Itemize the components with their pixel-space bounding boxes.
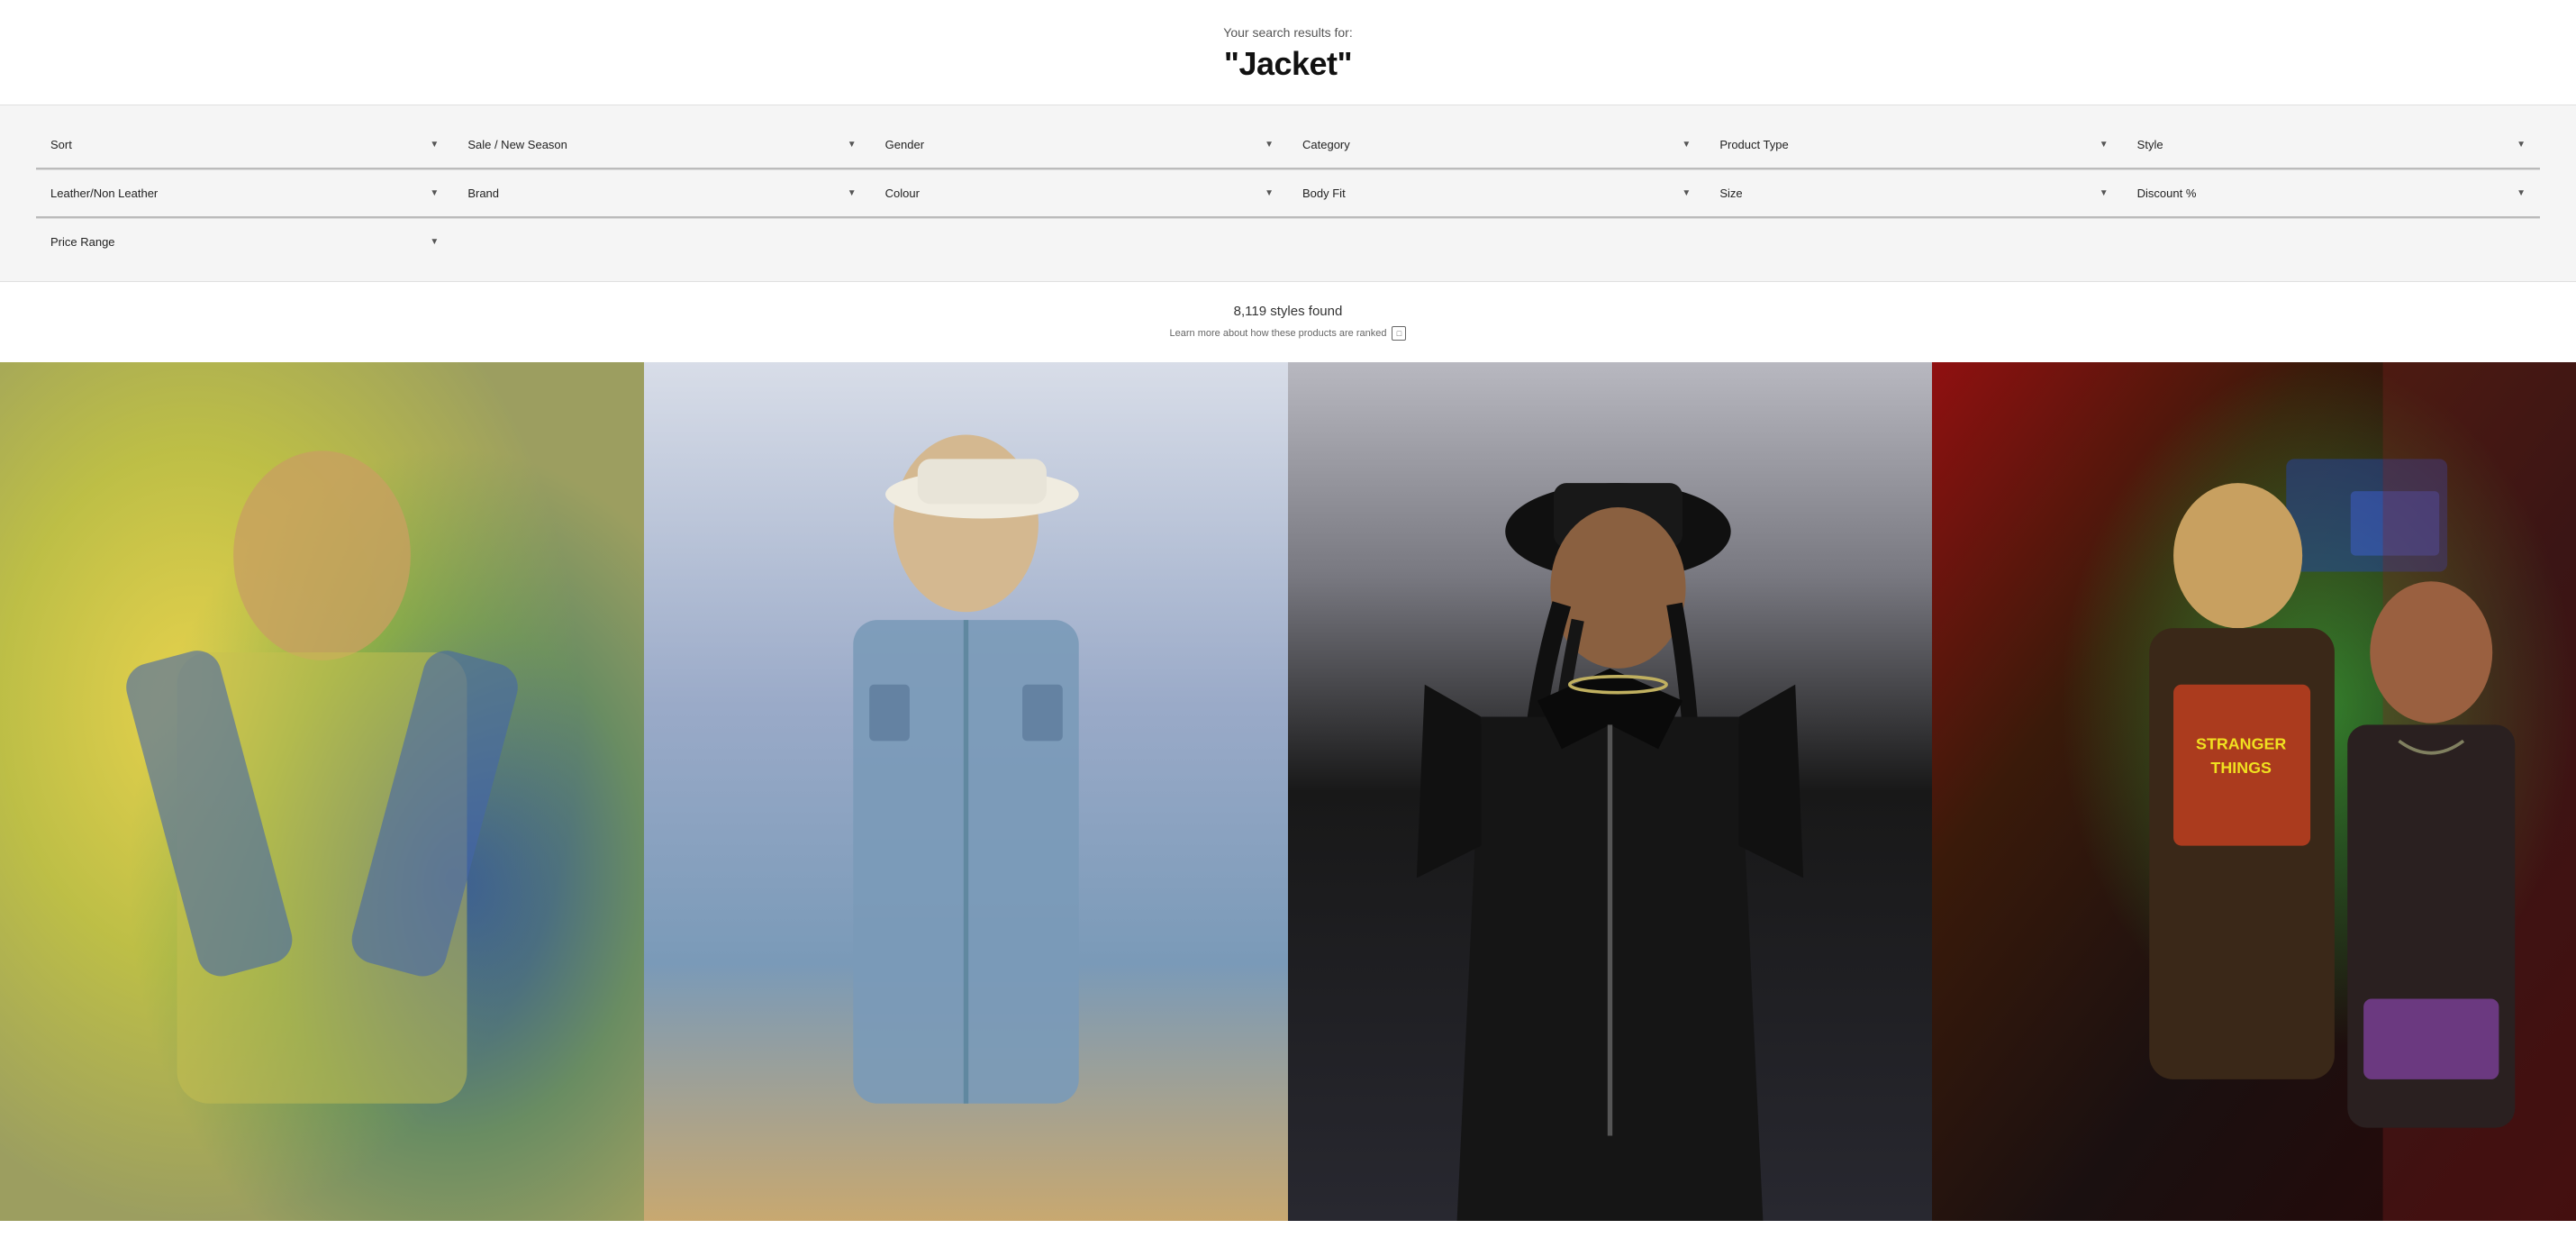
filter-bar: Sort ▼ Sale / New Season ▼ Gender ▼ Cate…: [0, 105, 2576, 282]
search-subtitle: Your search results for:: [18, 25, 2558, 40]
filter-row-3: Price Range ▼: [36, 219, 2540, 265]
product-card[interactable]: STRANGER THINGS: [1932, 362, 2576, 1221]
search-header: Your search results for: "Jacket": [0, 0, 2576, 105]
chevron-down-icon: ▼: [430, 237, 439, 247]
filter-style-label: Style: [2137, 138, 2163, 151]
filter-size[interactable]: Size ▼: [1705, 170, 2122, 218]
filter-category-label: Category: [1302, 138, 1350, 151]
product-card[interactable]: [1288, 362, 1932, 1221]
filter-discount[interactable]: Discount % ▼: [2123, 170, 2540, 218]
chevron-down-icon: ▼: [2100, 188, 2109, 198]
filter-row-1: Sort ▼ Sale / New Season ▼ Gender ▼ Cate…: [36, 122, 2540, 170]
search-title: "Jacket": [18, 45, 2558, 83]
filter-body-fit-label: Body Fit: [1302, 187, 1346, 200]
results-ranking[interactable]: Learn more about how these products are …: [18, 326, 2558, 341]
svg-text:THINGS: THINGS: [2210, 759, 2272, 777]
product-grid: STRANGER THINGS: [0, 362, 2576, 1221]
svg-text:STRANGER: STRANGER: [2196, 734, 2286, 752]
filter-leather-label: Leather/Non Leather: [50, 187, 158, 200]
chevron-down-icon: ▼: [848, 140, 857, 150]
filter-brand[interactable]: Brand ▼: [453, 170, 870, 218]
filter-sort[interactable]: Sort ▼: [36, 122, 453, 169]
filter-sort-label: Sort: [50, 138, 72, 151]
ranking-text: Learn more about how these products are …: [1170, 328, 1387, 339]
chevron-down-icon: ▼: [2517, 140, 2526, 150]
filter-body-fit[interactable]: Body Fit ▼: [1288, 170, 1705, 218]
filter-sale-label: Sale / New Season: [467, 138, 567, 151]
filter-discount-label: Discount %: [2137, 187, 2197, 200]
filter-price-range[interactable]: Price Range ▼: [36, 219, 453, 265]
chevron-down-icon: ▼: [430, 188, 439, 198]
filter-product-type[interactable]: Product Type ▼: [1705, 122, 2122, 169]
filter-sale-new-season[interactable]: Sale / New Season ▼: [453, 122, 870, 169]
product-card[interactable]: [0, 362, 644, 1221]
filter-size-label: Size: [1719, 187, 1742, 200]
chevron-down-icon: ▼: [1265, 188, 1274, 198]
product-image: [644, 362, 1288, 1221]
chevron-down-icon: ▼: [430, 140, 439, 150]
filter-gender[interactable]: Gender ▼: [871, 122, 1288, 169]
chevron-down-icon: ▼: [1682, 188, 1691, 198]
results-info: 8,119 styles found Learn more about how …: [0, 282, 2576, 348]
filter-colour[interactable]: Colour ▼: [871, 170, 1288, 218]
filter-colour-label: Colour: [885, 187, 920, 200]
product-image: [1288, 362, 1932, 1221]
chevron-down-icon: ▼: [848, 188, 857, 198]
filter-style[interactable]: Style ▼: [2123, 122, 2540, 169]
filter-price-range-label: Price Range: [50, 235, 115, 249]
chevron-down-icon: ▼: [1265, 140, 1274, 150]
filter-row-2: Leather/Non Leather ▼ Brand ▼ Colour ▼ B…: [36, 170, 2540, 219]
results-count: 8,119 styles found: [18, 304, 2558, 319]
filter-leather[interactable]: Leather/Non Leather ▼: [36, 170, 453, 218]
product-card[interactable]: [644, 362, 1288, 1221]
product-image: STRANGER THINGS: [1932, 362, 2576, 1221]
product-image: [0, 362, 644, 1221]
chevron-down-icon: ▼: [2517, 188, 2526, 198]
filter-brand-label: Brand: [467, 187, 499, 200]
filter-gender-label: Gender: [885, 138, 924, 151]
info-icon: □: [1392, 326, 1406, 341]
filter-product-type-label: Product Type: [1719, 138, 1788, 151]
filter-category[interactable]: Category ▼: [1288, 122, 1705, 169]
chevron-down-icon: ▼: [2100, 140, 2109, 150]
chevron-down-icon: ▼: [1682, 140, 1691, 150]
